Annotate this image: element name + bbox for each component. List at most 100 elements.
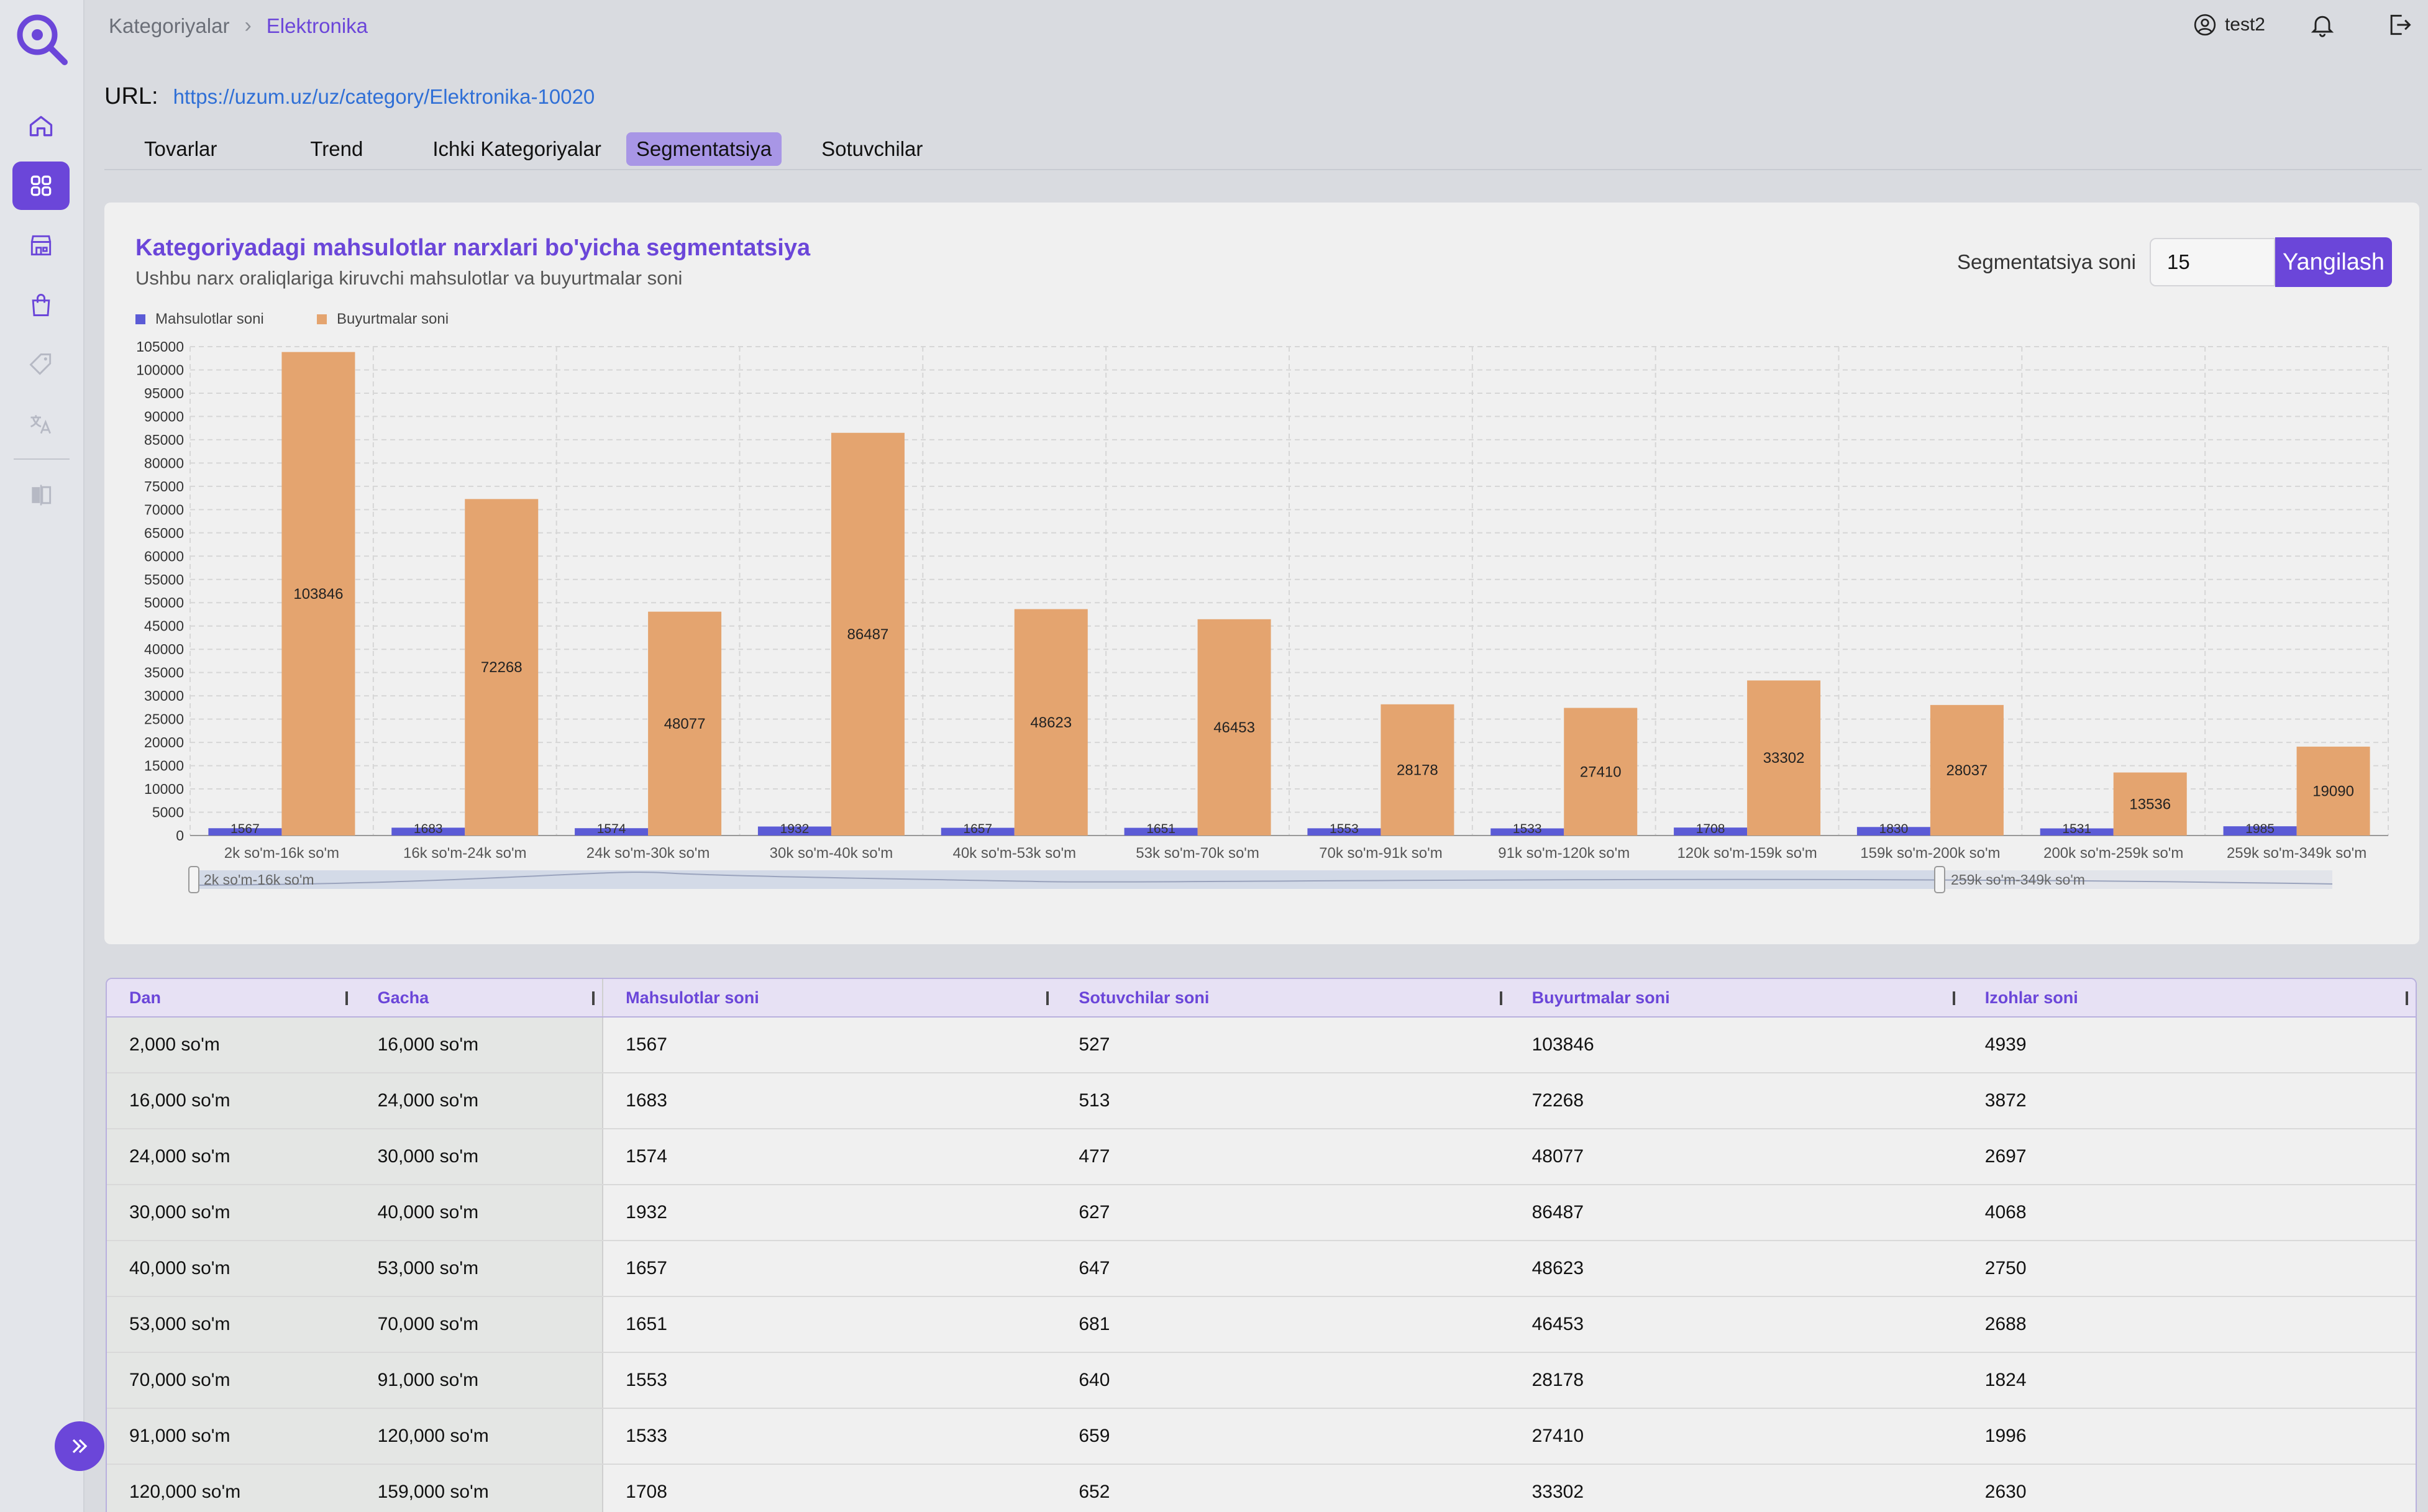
bar-products-value-label: 1683 [414, 822, 443, 836]
cell-dan: 24,000 so'm [107, 1129, 355, 1184]
cell-reviews: 4068 [1984, 1202, 2027, 1223]
cell-products: 1932 [626, 1202, 667, 1223]
cell-sellers: 513 [1079, 1090, 1110, 1111]
table-row[interactable]: 24,000 so'm 30,000 so'm 1574 477 48077 2697 [107, 1129, 2416, 1185]
cell-orders: 33302 [1531, 1482, 1584, 1502]
column-resize-handle[interactable] [345, 991, 348, 1005]
zoom-start-label: 2k so'm-16k so'm [204, 872, 314, 888]
y-tick-label: 70000 [144, 501, 184, 517]
table-row[interactable]: 120,000 so'm 159,000 so'm 1708 652 33302 2630 [107, 1465, 2416, 1512]
table-row[interactable]: 16,000 so'm 24,000 so'm 1683 513 72268 3872 [107, 1073, 2416, 1129]
tab-ichki-kategoriyalar[interactable]: Ichki Kategoriyalar [422, 132, 611, 166]
bar-products-value-label: 1830 [1879, 822, 1909, 836]
cell-reviews: 4939 [1984, 1034, 2027, 1055]
breadcrumb-current[interactable]: Elektronika [267, 14, 368, 38]
y-tick-label: 105000 [136, 339, 184, 355]
cell-orders: 28178 [1531, 1370, 1584, 1390]
bell-icon[interactable] [2309, 11, 2336, 39]
bar-orders-value-label: 19090 [2312, 783, 2354, 799]
store-icon[interactable] [12, 221, 70, 270]
table-row[interactable]: 40,000 so'm 53,000 so'm 1657 647 48623 2750 [107, 1241, 2416, 1297]
category-url-link[interactable]: https://uzum.uz/uz/category/Elektronika-… [173, 85, 595, 109]
y-tick-label: 85000 [144, 432, 184, 448]
table-row[interactable]: 30,000 so'm 40,000 so'm 1932 627 86487 4068 [107, 1185, 2416, 1241]
col-header-reviews[interactable]: Izohlar soni [1963, 979, 2416, 1016]
bar-orders-value-label: 46453 [1213, 719, 1255, 736]
breadcrumb-parent[interactable]: Kategoriyalar [109, 14, 229, 38]
cell-sellers: 627 [1079, 1202, 1110, 1223]
y-tick-label: 75000 [144, 478, 184, 494]
cell-products: 1651 [626, 1314, 667, 1334]
cell-products: 1574 [626, 1146, 667, 1167]
cell-dan: 2,000 so'm [107, 1018, 355, 1072]
cell-sellers: 647 [1079, 1258, 1110, 1278]
cell-orders: 48623 [1531, 1258, 1584, 1278]
cell-dan: 16,000 so'm [107, 1073, 355, 1128]
column-resize-handle[interactable] [1952, 991, 1955, 1005]
double-chevron-right-icon[interactable] [55, 1421, 104, 1471]
col-header-dan[interactable]: Dan [107, 979, 355, 1016]
table-row[interactable]: 91,000 so'm 120,000 so'm 1533 659 27410 1996 [107, 1409, 2416, 1465]
segment-count-input[interactable]: 15 [2150, 238, 2275, 286]
cell-gacha: 30,000 so'm [355, 1129, 604, 1184]
column-resize-handle[interactable] [2405, 991, 2408, 1005]
table-row[interactable]: 70,000 so'm 91,000 so'm 1553 640 28178 1824 [107, 1353, 2416, 1409]
tab-sotuvchilar[interactable]: Sotuvchilar [811, 132, 933, 166]
user-menu[interactable]: test2 [2193, 12, 2265, 37]
compare-icon[interactable] [12, 471, 70, 519]
cell-reviews: 2750 [1984, 1258, 2027, 1278]
bar-orders-value-label: 103846 [293, 586, 343, 603]
cell-orders: 48077 [1531, 1146, 1584, 1167]
column-resize-handle[interactable] [1046, 991, 1049, 1005]
bar-products-value-label: 1533 [1513, 822, 1542, 836]
col-header-products[interactable]: Mahsulotlar soni [603, 979, 1056, 1016]
cell-sellers: 659 [1079, 1426, 1110, 1446]
cell-gacha: 120,000 so'm [355, 1409, 604, 1464]
y-tick-label: 55000 [144, 572, 184, 588]
x-tick-label: 120k so'm-159k so'm [1677, 845, 1817, 862]
y-tick-label: 90000 [144, 408, 184, 424]
cell-dan: 30,000 so'm [107, 1185, 355, 1240]
x-tick-label: 200k so'm-259k so'm [2043, 845, 2183, 862]
y-tick-label: 100000 [136, 362, 184, 378]
cell-products: 1708 [626, 1482, 667, 1502]
grid-icon[interactable] [12, 162, 70, 210]
zoom-end-label: 259k so'm-349k so'm [1951, 872, 2085, 888]
translate-icon[interactable] [12, 400, 70, 449]
cell-sellers: 527 [1079, 1034, 1110, 1055]
home-icon[interactable] [12, 102, 70, 150]
x-tick-label: 259k so'm-349k so'm [2227, 845, 2366, 862]
x-tick-label: 16k so'm-24k so'm [403, 845, 527, 862]
bar-orders-value-label: 86487 [847, 626, 889, 643]
cell-gacha: 53,000 so'm [355, 1241, 604, 1296]
col-header-orders[interactable]: Buyurtmalar soni [1510, 979, 1963, 1016]
bar-orders-value-label: 72268 [481, 659, 523, 676]
tab-tovarlar[interactable]: Tovarlar [134, 132, 227, 166]
tab-trend[interactable]: Trend [300, 132, 373, 166]
col-header-sellers[interactable]: Sotuvchilar soni [1056, 979, 1509, 1016]
logout-icon[interactable] [2386, 11, 2413, 39]
top-bar-actions: test2 [2193, 11, 2428, 39]
column-resize-handle[interactable] [592, 991, 595, 1005]
column-resize-handle[interactable] [1499, 991, 1502, 1005]
bar-orders-value-label: 28037 [1947, 762, 1988, 779]
chevron-right-icon: › [244, 14, 252, 37]
table-row[interactable]: 2,000 so'm 16,000 so'm 1567 527 103846 4939 [107, 1018, 2416, 1073]
cell-orders: 72268 [1531, 1090, 1584, 1111]
col-header-gacha[interactable]: Gacha [355, 979, 604, 1016]
table-row[interactable]: 53,000 so'm 70,000 so'm 1651 681 46453 2688 [107, 1297, 2416, 1353]
bar-orders-value-label: 27410 [1580, 763, 1622, 780]
y-tick-label: 25000 [144, 711, 184, 727]
tab-segmentatsiya[interactable]: Segmentatsiya [626, 132, 782, 166]
segmentation-bar-chart: Mahsulotlar soni Buyurtmalar soni 0 5000 100… [135, 311, 2389, 893]
bag-icon[interactable] [12, 281, 70, 329]
logo-search-icon[interactable] [14, 11, 70, 67]
url-row: URL: https://uzum.uz/uz/category/Elektro… [104, 83, 595, 110]
y-tick-label: 65000 [144, 525, 184, 541]
legend-swatch [317, 314, 327, 324]
table-header: Dan Gacha Mahsulotlar soni Sotuvchilar s… [107, 979, 2416, 1018]
cell-sellers: 652 [1079, 1482, 1110, 1502]
refresh-button[interactable]: Yangilash [2275, 237, 2392, 287]
tag-icon[interactable] [12, 340, 70, 389]
cell-dan: 120,000 so'm [107, 1465, 355, 1512]
